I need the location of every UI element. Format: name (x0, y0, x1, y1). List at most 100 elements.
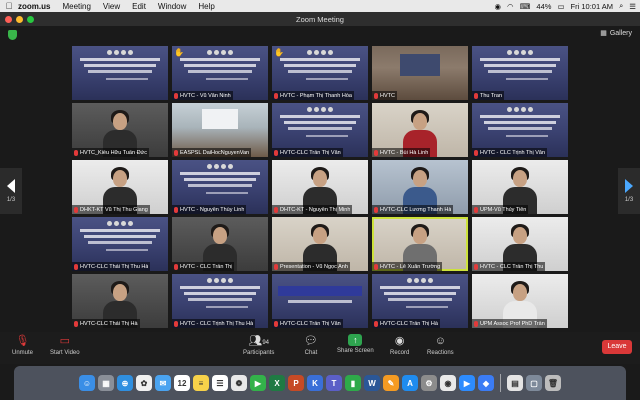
numbers-icon[interactable]: ▮ (345, 375, 361, 391)
participant-tile[interactable]: DHKT-KT Vũ Thị Thu Giang (72, 160, 168, 214)
participant-tile[interactable]: HVTC - Bùi Hà Linh (372, 103, 468, 157)
zoom-icon[interactable]: ▶ (459, 375, 475, 391)
skype-icon[interactable]: ▤ (507, 375, 523, 391)
pages-icon[interactable]: ✎ (383, 375, 399, 391)
slide-logos (107, 221, 133, 226)
slide-title-line (84, 64, 156, 67)
participant-tile[interactable]: UPM Assoc Prof PhD Trần (472, 274, 568, 328)
participant-tile[interactable]: Thu Tran (472, 46, 568, 100)
zoom-status-icon[interactable]: ◉ (495, 2, 502, 11)
participant-name-bar: HVTC-CLC Trần Thị Hà (372, 319, 440, 328)
start-video-button[interactable]: ▭ Start Video (50, 334, 80, 356)
previous-page-button[interactable]: 1/3 (0, 168, 22, 214)
appstore-icon[interactable]: A (402, 375, 418, 391)
participant-tile[interactable]: HVTC - Nguyễn Thùy Linh (172, 160, 268, 214)
participant-tile[interactable]: HVTC - CLC Trịnh Thị Thu Hà (172, 274, 268, 328)
participant-name: HVTC-CLC Trần Thị Hà (380, 320, 438, 327)
participant-name: HVTC - CLC Trần Thị (180, 263, 233, 270)
chevron-left-icon (7, 179, 15, 193)
excel-icon[interactable]: X (269, 375, 285, 391)
chrome-icon[interactable]: ◉ (440, 375, 456, 391)
leave-button[interactable]: Leave (602, 340, 632, 354)
security-shield-icon[interactable] (8, 30, 17, 40)
close-window-button[interactable] (5, 16, 12, 23)
menu-app-name[interactable]: zoom.us (18, 2, 50, 11)
participant-tile[interactable]: HVTC-CLC Trần Thị Vân (272, 103, 368, 157)
downloads-icon[interactable]: ▢ (526, 375, 542, 391)
menu-window[interactable]: Window (158, 2, 186, 11)
participant-name-bar: HVTC - CLC Trịnh Thị Vân (472, 148, 548, 157)
menu-clock[interactable]: Fri 10:01 AM (571, 2, 614, 11)
keynote-icon[interactable]: K (307, 375, 323, 391)
finder-icon[interactable]: ☺ (79, 375, 95, 391)
search-icon[interactable]: ⌕ (619, 1, 623, 11)
participant-tile[interactable]: HVTC-CLC Trần Thị Vân (272, 274, 368, 328)
next-page-button[interactable]: 1/3 (618, 168, 640, 214)
reactions-button[interactable]: ☺ Reactions (427, 334, 454, 356)
participant-tile[interactable]: HVTC-CLC Thái Thị Hà (72, 274, 168, 328)
meeting-toolbar: 🎙︎ Unmute ▭ Start Video 👥︎94 Participant… (0, 332, 640, 364)
record-label: Record (390, 350, 410, 356)
slide-title-line (180, 58, 260, 61)
minimize-window-button[interactable] (16, 16, 23, 23)
safari-icon[interactable]: ⊕ (117, 375, 133, 391)
slide-logos (207, 278, 233, 283)
participant-tile[interactable]: ✋ HVTC - Phạm Thị Thanh Hòa (272, 46, 368, 100)
wifi-icon[interactable]: ◠ (507, 2, 514, 11)
slide-logos (507, 107, 533, 112)
calendar-icon[interactable]: 12 (174, 375, 190, 391)
participant-face (213, 227, 227, 244)
battery-icon[interactable]: ▭ (557, 2, 564, 11)
participant-tile[interactable]: HVTC - CLC Trần Thị Thu (472, 217, 568, 271)
powerpoint-icon[interactable]: P (288, 375, 304, 391)
word-icon[interactable]: W (364, 375, 380, 391)
settings-icon[interactable]: ⚙ (421, 375, 437, 391)
participant-tile[interactable]: DHTC-KT - Nguyễn Thị Minh (272, 160, 368, 214)
participant-tile[interactable]: HVTC - Lê Xuân Trường (372, 217, 468, 271)
participant-tile[interactable]: UPM-Vũ Thủy Tiên (472, 160, 568, 214)
control-center-icon[interactable]: ☰ (629, 2, 636, 11)
zoom-window-button[interactable] (27, 16, 34, 23)
trash-icon[interactable]: 🗑 (545, 375, 561, 391)
participant-tile[interactable]: HVTC - CLC Trần Thị (172, 217, 268, 271)
menu-view[interactable]: View (103, 2, 120, 11)
participants-button[interactable]: 👥︎94 Participants (243, 334, 274, 356)
menu-help[interactable]: Help (198, 2, 214, 11)
participant-tile[interactable]: ✋ HVTC - Vũ Văn Ninh (172, 46, 268, 100)
participant-name: DHTC-KT - Nguyễn Thị Minh (280, 206, 351, 213)
participant-tile[interactable]: HVTC-CLC Trần Thị Hà (372, 274, 468, 328)
slide-title-line (188, 298, 252, 301)
share-screen-button[interactable]: ↑ Share Screen (337, 334, 374, 354)
record-button[interactable]: ◉ Record (390, 334, 409, 356)
photos2-icon[interactable]: ❁ (231, 375, 247, 391)
participant-tile[interactable]: EASPSL DaiHocNguyenVan (172, 103, 268, 157)
participant-face (113, 284, 127, 301)
participant-tile[interactable]: HVTC (372, 46, 468, 100)
participant-tile[interactable]: HVTC_Kiều Hữu Tuấn Đức (72, 103, 168, 157)
slide-title-line (184, 292, 256, 295)
menu-edit[interactable]: Edit (132, 2, 146, 11)
launchpad-icon[interactable]: ▦ (98, 375, 114, 391)
messenger-icon[interactable]: ◆ (478, 375, 494, 391)
battery-percent[interactable]: 44% (536, 2, 551, 11)
participant-tile[interactable]: HVTC-CLC Lương Thanh Hà (372, 160, 468, 214)
participant-tile[interactable]: Presentation - Vũ Ngọc Anh (272, 217, 368, 271)
slide-title-line (280, 115, 360, 118)
gallery-view-toggle[interactable]: ▦ Gallery (600, 29, 632, 38)
keyboard-icon[interactable]: ⌨ (520, 2, 531, 11)
photos-icon[interactable]: ✿ (136, 375, 152, 391)
notes-icon[interactable]: ≡ (193, 375, 209, 391)
facetime-icon[interactable]: ▶ (250, 375, 266, 391)
apple-icon[interactable]:  (0, 1, 18, 11)
menu-meeting[interactable]: Meeting (62, 2, 90, 11)
unmute-button[interactable]: 🎙︎ Unmute (12, 334, 33, 356)
participant-name: Presentation - Vũ Ngọc Anh (280, 263, 348, 270)
chat-button[interactable]: 💬︎ Chat (304, 334, 318, 356)
participant-tile[interactable] (72, 46, 168, 100)
participant-tile[interactable]: HVTC-CLC Thái Thị Thu Hà (72, 217, 168, 271)
reminders-icon[interactable]: ☰ (212, 375, 228, 391)
mail-icon[interactable]: ✉ (155, 375, 171, 391)
teams-icon[interactable]: T (326, 375, 342, 391)
participant-tile[interactable]: HVTC - CLC Trịnh Thị Vân (472, 103, 568, 157)
slide-title-line (80, 58, 160, 61)
